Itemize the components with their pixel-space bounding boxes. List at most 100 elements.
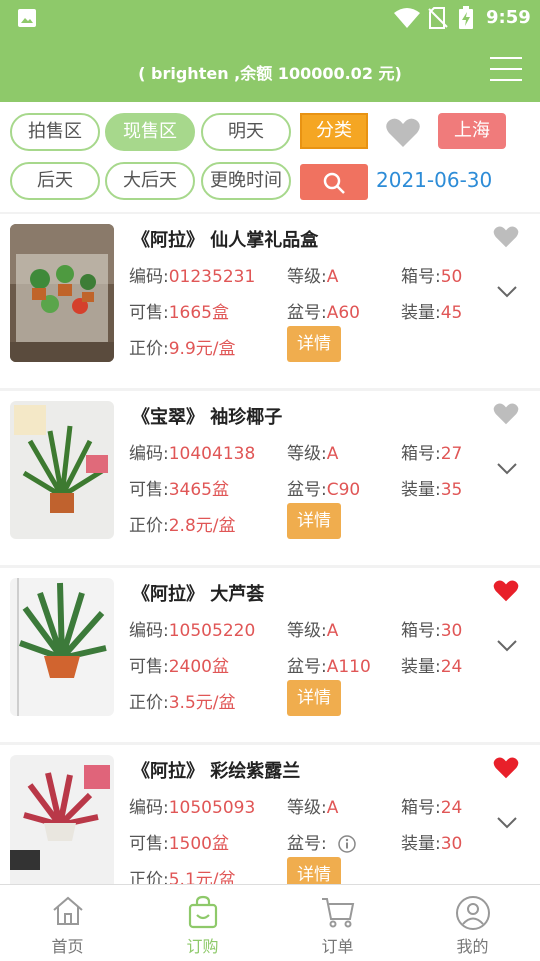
price-value: 2.8元/盆 — [168, 516, 236, 536]
product-card[interactable]: 《阿拉》 大芦荟 编码:10505220 等级:A 箱号:30 可售:2400盆… — [0, 568, 540, 742]
available-field: 可售:2400盆 — [129, 652, 229, 677]
pack-value: 45 — [440, 303, 463, 323]
home-icon — [52, 896, 83, 925]
available-field: 可售:1665盒 — [129, 298, 229, 323]
wifi-icon — [394, 8, 420, 28]
code-field: 编码:01235231 — [129, 262, 255, 287]
detail-button[interactable]: 详情 — [287, 857, 341, 884]
chevron-down-icon[interactable] — [497, 463, 517, 475]
pot-label: 盆号: — [287, 834, 327, 854]
available-field: 可售:1500盆 — [129, 829, 229, 854]
image-icon — [18, 9, 36, 27]
pot-value: C90 — [326, 480, 361, 500]
filter-day-after-tomorrow[interactable]: 后天 — [10, 162, 100, 200]
product-card[interactable]: 《阿拉》 仙人掌礼品盒 编码:01235231 等级:A 箱号:50 可售:16… — [0, 214, 540, 388]
grade-label: 等级: — [287, 267, 327, 287]
bottom-tab-bar: 首页 订购 订单 我的 — [0, 884, 540, 961]
grade-field: 等级:A — [287, 262, 338, 287]
product-image[interactable] — [10, 401, 114, 539]
menu-icon[interactable] — [490, 57, 522, 83]
filter-tomorrow[interactable]: 明天 — [201, 113, 291, 151]
detail-button[interactable]: 详情 — [287, 503, 341, 539]
pack-label: 装量: — [401, 657, 441, 677]
heart-icon[interactable] — [386, 118, 420, 148]
pack-value: 35 — [440, 480, 463, 500]
price-field: 正价:5.1元/盆 — [129, 865, 236, 884]
code-field: 编码:10505220 — [129, 616, 255, 641]
code-label: 编码: — [129, 444, 169, 464]
box-field: 箱号:30 — [401, 616, 462, 641]
pot-value: A60 — [326, 303, 360, 323]
tab-home[interactable]: 首页 — [0, 885, 135, 961]
chevron-down-icon[interactable] — [497, 640, 517, 652]
pack-field: 装量:45 — [401, 298, 462, 323]
grade-label: 等级: — [287, 444, 327, 464]
price-value: 3.5元/盆 — [168, 693, 236, 713]
product-card[interactable]: 《宝翠》 袖珍椰子 编码:10404138 等级:A 箱号:27 可售:3465… — [0, 391, 540, 565]
code-value: 10505220 — [168, 621, 256, 641]
shopping-bag-icon — [188, 895, 217, 929]
heart-icon[interactable] — [493, 226, 519, 248]
search-button[interactable] — [300, 164, 368, 200]
pot-field: 盆号:A60 — [287, 298, 360, 323]
box-field: 箱号:27 — [401, 439, 462, 464]
tab-label: 订单 — [321, 937, 354, 956]
city-selector[interactable]: 上海 — [438, 113, 506, 149]
pot-field: 盆号:A110 — [287, 652, 371, 677]
price-field: 正价:3.5元/盆 — [129, 688, 236, 713]
pack-value: 30 — [440, 834, 463, 854]
available-label: 可售: — [129, 303, 169, 323]
info-icon[interactable] — [338, 835, 356, 853]
tab-label: 首页 — [51, 937, 84, 956]
heart-filled-icon[interactable] — [493, 757, 519, 779]
product-title: 《阿拉》 彩绘紫露兰 — [132, 761, 301, 782]
grade-value: A — [326, 798, 339, 818]
price-label: 正价: — [129, 693, 169, 713]
grade-value: A — [326, 267, 339, 287]
pack-label: 装量: — [401, 834, 441, 854]
cart-icon — [321, 898, 354, 928]
filter-auction[interactable]: 拍售区 — [10, 113, 100, 151]
heart-icon[interactable] — [493, 403, 519, 425]
detail-button[interactable]: 详情 — [287, 326, 341, 362]
product-image[interactable] — [10, 578, 114, 716]
tab-orders[interactable]: 订单 — [270, 885, 405, 961]
pot-field: 盆号:C90 — [287, 475, 360, 500]
price-field: 正价:9.9元/盒 — [129, 334, 236, 359]
filter-panel: 拍售区 现售区 明天 分类 上海 后天 大后天 更晚时间 2021-06-30 — [0, 102, 540, 212]
product-image[interactable] — [10, 224, 114, 362]
date-display[interactable]: 2021-06-30 — [376, 168, 492, 192]
chevron-down-icon[interactable] — [497, 286, 517, 298]
product-title: 《阿拉》 大芦荟 — [132, 584, 265, 605]
code-field: 编码:10505093 — [129, 793, 255, 818]
box-value: 50 — [440, 267, 463, 287]
tab-order[interactable]: 订购 — [135, 885, 270, 961]
filter-in-three-days[interactable]: 大后天 — [105, 162, 195, 200]
box-label: 箱号: — [401, 267, 441, 287]
box-label: 箱号: — [401, 444, 441, 464]
box-value: 24 — [440, 798, 463, 818]
pack-label: 装量: — [401, 480, 441, 500]
pack-field: 装量:35 — [401, 475, 462, 500]
tab-profile[interactable]: 我的 — [405, 885, 540, 961]
box-label: 箱号: — [401, 798, 441, 818]
product-card[interactable]: 《阿拉》 彩绘紫露兰 编码:10505093 等级:A 箱号:24 可售:150… — [0, 745, 540, 884]
category-button[interactable]: 分类 — [300, 113, 368, 149]
heart-filled-icon[interactable] — [493, 580, 519, 602]
price-label: 正价: — [129, 339, 169, 359]
filter-spot-sale[interactable]: 现售区 — [105, 113, 195, 151]
code-value: 10505093 — [168, 798, 256, 818]
available-value: 2400盆 — [168, 657, 229, 677]
product-image[interactable] — [10, 755, 114, 884]
code-label: 编码: — [129, 798, 169, 818]
detail-button[interactable]: 详情 — [287, 680, 341, 716]
filter-later[interactable]: 更晚时间 — [201, 162, 291, 200]
search-icon — [323, 172, 345, 194]
price-value: 9.9元/盒 — [168, 339, 236, 359]
code-value: 10404138 — [168, 444, 256, 464]
product-title: 《宝翠》 袖珍椰子 — [132, 407, 283, 428]
grade-value: A — [326, 444, 339, 464]
grade-field: 等级:A — [287, 439, 338, 464]
app-header: ( brighten ,余额 100000.02 元) — [0, 36, 540, 102]
chevron-down-icon[interactable] — [497, 817, 517, 829]
